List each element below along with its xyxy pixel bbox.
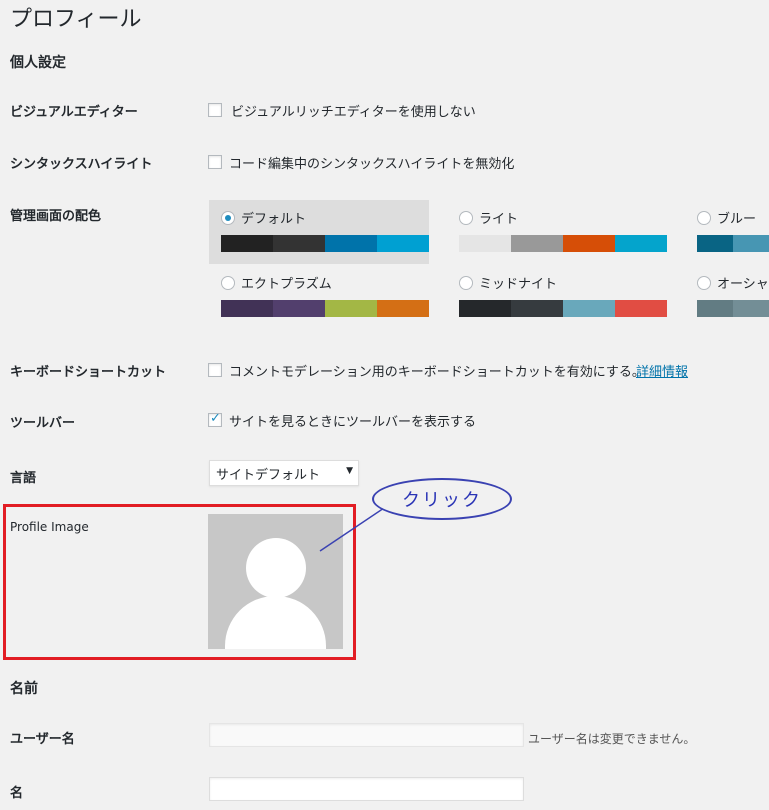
color-swatch (563, 235, 615, 252)
color-swatch (511, 235, 563, 252)
language-label: 言語 (10, 471, 37, 486)
color-swatch (221, 300, 273, 317)
color-scheme-blue[interactable]: ブルー (685, 200, 769, 264)
color-scheme-radio[interactable] (697, 211, 711, 225)
keyboard-shortcuts-label: キーボードショートカット (10, 365, 167, 380)
color-scheme-name: エクトプラズム (241, 277, 332, 292)
color-scheme-name: ミッドナイト (479, 277, 558, 292)
color-swatch (615, 235, 667, 252)
color-swatches (697, 300, 769, 317)
caret-down-icon: ▼ (346, 466, 353, 476)
color-swatch (273, 300, 325, 317)
toolbar-checkbox-label[interactable]: サイトを見るときにツールバーを表示する (229, 411, 476, 430)
color-scheme-radio[interactable] (697, 276, 711, 290)
color-swatch (273, 235, 325, 252)
color-scheme-default[interactable]: デフォルト (209, 200, 429, 264)
color-scheme-ocean[interactable]: オーシャ (685, 265, 769, 329)
visual-editor-checkbox-label[interactable]: ビジュアルリッチエディターを使用しない (231, 101, 476, 120)
username-label: ユーザー名 (10, 732, 75, 747)
profile-image-label: Profile Image (10, 520, 89, 534)
syntax-highlight-checkbox[interactable] (208, 155, 222, 169)
color-scheme-radio[interactable] (459, 276, 473, 290)
keyboard-shortcuts-checkbox[interactable] (208, 363, 222, 377)
color-swatch (511, 300, 563, 317)
color-swatch (325, 300, 377, 317)
personal-options-heading: 個人設定 (10, 55, 66, 71)
color-scheme-name: ブルー (717, 212, 757, 227)
name-section-heading: 名前 (10, 681, 38, 697)
color-swatch (221, 235, 273, 252)
color-scheme-radio[interactable] (459, 211, 473, 225)
color-scheme-name: オーシャ (717, 277, 769, 292)
color-swatch (459, 235, 511, 252)
callout-pointer (319, 507, 385, 552)
color-swatches (459, 235, 667, 252)
color-swatch (459, 300, 511, 317)
language-select-value: サイトデフォルト (216, 468, 321, 483)
color-swatch (377, 300, 429, 317)
color-scheme-light[interactable]: ライト (447, 200, 667, 264)
language-select[interactable]: サイトデフォルト ▼ (209, 460, 359, 486)
color-scheme-name: ライト (479, 212, 519, 227)
color-scheme-radio[interactable] (221, 276, 235, 290)
color-scheme-name: デフォルト (241, 212, 307, 227)
color-swatch (733, 235, 769, 252)
color-scheme-ectoplasm[interactable]: エクトプラズム (209, 265, 429, 329)
color-swatch (733, 300, 769, 317)
color-swatches (221, 300, 429, 317)
admin-color-label: 管理画面の配色 (10, 209, 102, 224)
syntax-highlight-checkbox-label[interactable]: コード編集中のシンタックスハイライトを無効化 (229, 153, 514, 172)
toolbar-label: ツールバー (10, 416, 76, 431)
click-callout: クリック (372, 478, 512, 520)
first-name-label: 名 (10, 786, 24, 801)
syntax-highlight-label: シンタックスハイライト (10, 157, 153, 172)
more-info-link[interactable]: 詳細情報 (636, 361, 688, 380)
visual-editor-checkbox[interactable] (208, 103, 222, 117)
username-input[interactable] (209, 723, 524, 747)
username-description: ユーザー名は変更できません。 (528, 732, 696, 746)
callout-text: クリック (402, 490, 482, 511)
color-scheme-radio[interactable] (221, 211, 235, 225)
first-name-input[interactable] (209, 777, 524, 801)
visual-editor-label: ビジュアルエディター (10, 105, 138, 120)
color-swatch (325, 235, 377, 252)
color-swatch (377, 235, 429, 252)
color-swatches (221, 235, 429, 252)
color-scheme-midnight[interactable]: ミッドナイト (447, 265, 667, 329)
page-title: プロフィール (10, 7, 142, 32)
keyboard-shortcuts-checkbox-label[interactable]: コメントモデレーション用のキーボードショートカットを有効にする。 (229, 361, 645, 380)
color-swatch (563, 300, 615, 317)
checkmark-icon: ✓ (210, 411, 221, 426)
color-swatches (459, 300, 667, 317)
color-swatch (697, 300, 733, 317)
toolbar-checkbox[interactable]: ✓ (208, 411, 222, 427)
color-swatches (697, 235, 769, 252)
color-swatch (697, 235, 733, 252)
color-swatch (615, 300, 667, 317)
